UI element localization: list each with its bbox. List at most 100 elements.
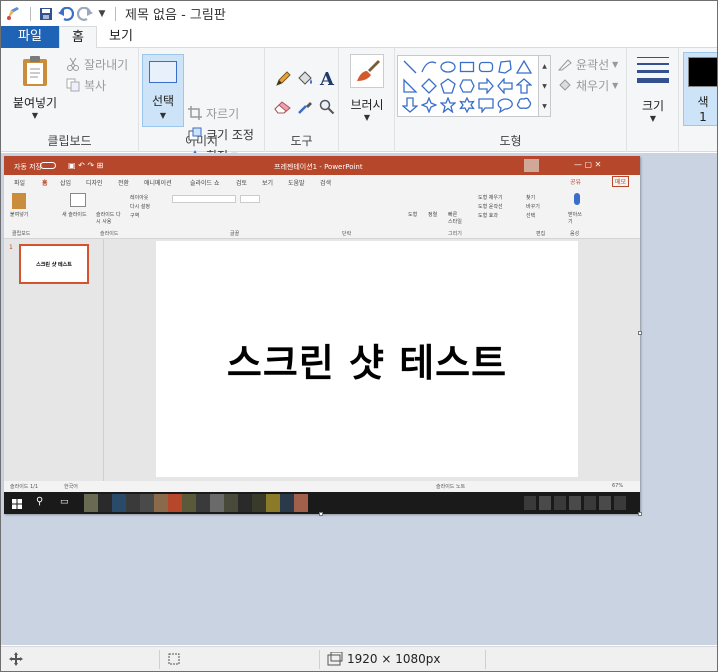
windows-start-icon [12, 498, 22, 509]
resize-button[interactable]: 크기 조정 [187, 124, 254, 144]
pp-autosave-label: 자동 저장 [14, 163, 42, 171]
magnifier-icon[interactable] [316, 93, 338, 121]
pp-arrange-label: 정렬 [428, 212, 438, 218]
tab-home[interactable]: 홈 [59, 26, 97, 49]
canvas-resize-handle-right[interactable] [638, 331, 642, 335]
outline-icon [557, 56, 573, 72]
rect-callout-shape-icon[interactable] [476, 95, 495, 114]
crop-button[interactable]: 자르기 [187, 103, 239, 123]
pp-slide-number: 1 [9, 244, 13, 251]
brushes-button[interactable]: 브러시 ▼ [345, 54, 389, 122]
polygon-shape-icon[interactable] [495, 57, 514, 76]
selection-rectangle-icon [149, 61, 177, 83]
paste-button[interactable]: 붙여넣기 ▼ [9, 54, 61, 120]
tab-view[interactable]: 보기 [101, 26, 141, 48]
pp-status-notes: 슬라이드 노트 [436, 484, 466, 490]
rounded-rectangle-shape-icon[interactable] [476, 57, 495, 76]
four-point-star-shape-icon[interactable] [419, 95, 438, 114]
pp-status-language: 한국어 [64, 484, 78, 490]
pentagon-shape-icon[interactable] [438, 76, 457, 95]
select-dropdown-icon[interactable]: ▼ [143, 111, 183, 120]
pp-group-clipboard: 클립보드 [12, 231, 31, 237]
six-point-star-shape-icon[interactable] [457, 95, 476, 114]
ribbon-tabs: 파일 홈 보기 [1, 26, 717, 49]
fill-dropdown-icon[interactable]: ▼ [612, 81, 618, 90]
outline-button[interactable]: 윤곽선 ▼ [557, 54, 618, 74]
tab-file[interactable]: 파일 [1, 26, 59, 48]
right-arrow-shape-icon[interactable] [476, 76, 495, 95]
save-icon[interactable] [36, 1, 56, 26]
pp-tab-animations: 애니메이션 [144, 180, 172, 187]
fill-button[interactable]: 채우기 ▼ [557, 75, 618, 95]
color1-button[interactable]: 색 1 [683, 52, 717, 126]
pp-status-slide: 슬라이드 1/1 [10, 484, 39, 490]
pp-body: 1 스크린 샷 테스트 스크린 샷 테스트 [4, 239, 640, 481]
diamond-shape-icon[interactable] [419, 76, 438, 95]
pp-thumbnail-text: 스크린 샷 테스트 [36, 261, 72, 268]
canvas-resize-handle-corner[interactable] [638, 512, 642, 516]
eraser-icon[interactable] [272, 93, 294, 121]
shapes-scrollbar[interactable]: ▲ ▼ ▼ [539, 55, 551, 117]
outline-dropdown-icon[interactable]: ▼ [612, 60, 618, 69]
pp-group-slides: 슬라이드 [100, 231, 119, 237]
pp-font-size-box [240, 195, 260, 203]
line-size-icon [637, 57, 669, 83]
paint-bucket-icon[interactable] [294, 65, 316, 93]
curve-shape-icon[interactable] [419, 57, 438, 76]
tools-grid: A [272, 65, 338, 121]
cut-button[interactable]: 잘라내기 [65, 54, 128, 74]
pp-tab-help: 도움말 [288, 180, 305, 187]
fill-label: 채우기 [576, 78, 610, 93]
undo-icon[interactable] [56, 1, 76, 26]
scissors-icon [65, 56, 81, 72]
left-arrow-shape-icon[interactable] [495, 76, 514, 95]
redo-icon[interactable] [76, 1, 94, 26]
scroll-down-icon[interactable]: ▼ [542, 83, 547, 90]
cloud-callout-shape-icon[interactable] [514, 95, 533, 114]
hexagon-shape-icon[interactable] [457, 76, 476, 95]
size-button[interactable]: 크기 ▼ [633, 54, 673, 123]
pp-slide: 스크린 샷 테스트 [156, 241, 578, 477]
window-title: 제목 없음 - 그림판 [125, 8, 226, 23]
right-triangle-shape-icon[interactable] [400, 76, 419, 95]
color-picker-icon[interactable] [294, 93, 316, 121]
triangle-shape-icon[interactable] [514, 57, 533, 76]
pp-status-zoom: 67% [612, 483, 624, 489]
canvas-image[interactable]: 자동 저장 ▣ ↶ ↷ ⊞ 프레젠테이션1 - PowerPoint — ▢ ✕… [4, 156, 640, 514]
size-label: 크기 [641, 99, 665, 113]
paste-dropdown-icon[interactable]: ▼ [9, 111, 61, 120]
customize-quick-access-icon[interactable]: ▼ [94, 1, 110, 26]
rectangle-shape-icon[interactable] [457, 57, 476, 76]
pp-window-title: 프레젠테이션1 - PowerPoint [274, 163, 363, 171]
brushes-dropdown-icon[interactable]: ▼ [345, 113, 389, 122]
pp-memo-button: 메모 [612, 176, 630, 187]
pencil-icon[interactable] [272, 65, 294, 93]
gallery-expand-icon[interactable]: ▼ [542, 103, 547, 110]
size-group: 크기 ▼ [627, 48, 679, 152]
five-point-star-shape-icon[interactable] [438, 95, 457, 114]
color1-swatch [688, 57, 717, 87]
paint-window: ▼ 제목 없음 - 그림판 파일 홈 보기 붙여넣기 ▼ 잘라내기 복사 클립보… [0, 0, 718, 672]
canvas-workspace[interactable]: 자동 저장 ▣ ↶ ↷ ⊞ 프레젠테이션1 - PowerPoint — ▢ ✕… [1, 153, 717, 645]
pp-save-icon: ▣ ↶ ↷ ⊞ [68, 161, 104, 170]
pp-group-editing: 편집 [536, 231, 546, 237]
line-shape-icon[interactable] [400, 57, 419, 76]
windows-taskbar: ⚲ ▭ [4, 492, 640, 514]
cut-label: 잘라내기 [84, 57, 129, 72]
pp-autosave-toggle [40, 162, 56, 169]
oval-shape-icon[interactable] [438, 57, 457, 76]
down-arrow-shape-icon[interactable] [400, 95, 419, 114]
paint-app-icon[interactable] [1, 1, 25, 26]
pp-new-slide-icon [70, 193, 86, 207]
text-icon[interactable]: A [316, 65, 338, 93]
copy-button[interactable]: 복사 [65, 75, 106, 95]
image-size-text: 1920 × 1080px [347, 652, 441, 666]
scroll-up-icon[interactable]: ▲ [542, 63, 547, 70]
oval-callout-shape-icon[interactable] [495, 95, 514, 114]
up-arrow-shape-icon[interactable] [514, 76, 533, 95]
pp-shape-effect-label: 도형 효과 [478, 213, 498, 219]
size-dropdown-icon[interactable]: ▼ [633, 114, 673, 123]
canvas-resize-handle-bottom[interactable] [319, 512, 323, 516]
select-button[interactable]: 선택 ▼ [142, 54, 184, 127]
brushes-group: 브러시 ▼ [339, 48, 395, 152]
